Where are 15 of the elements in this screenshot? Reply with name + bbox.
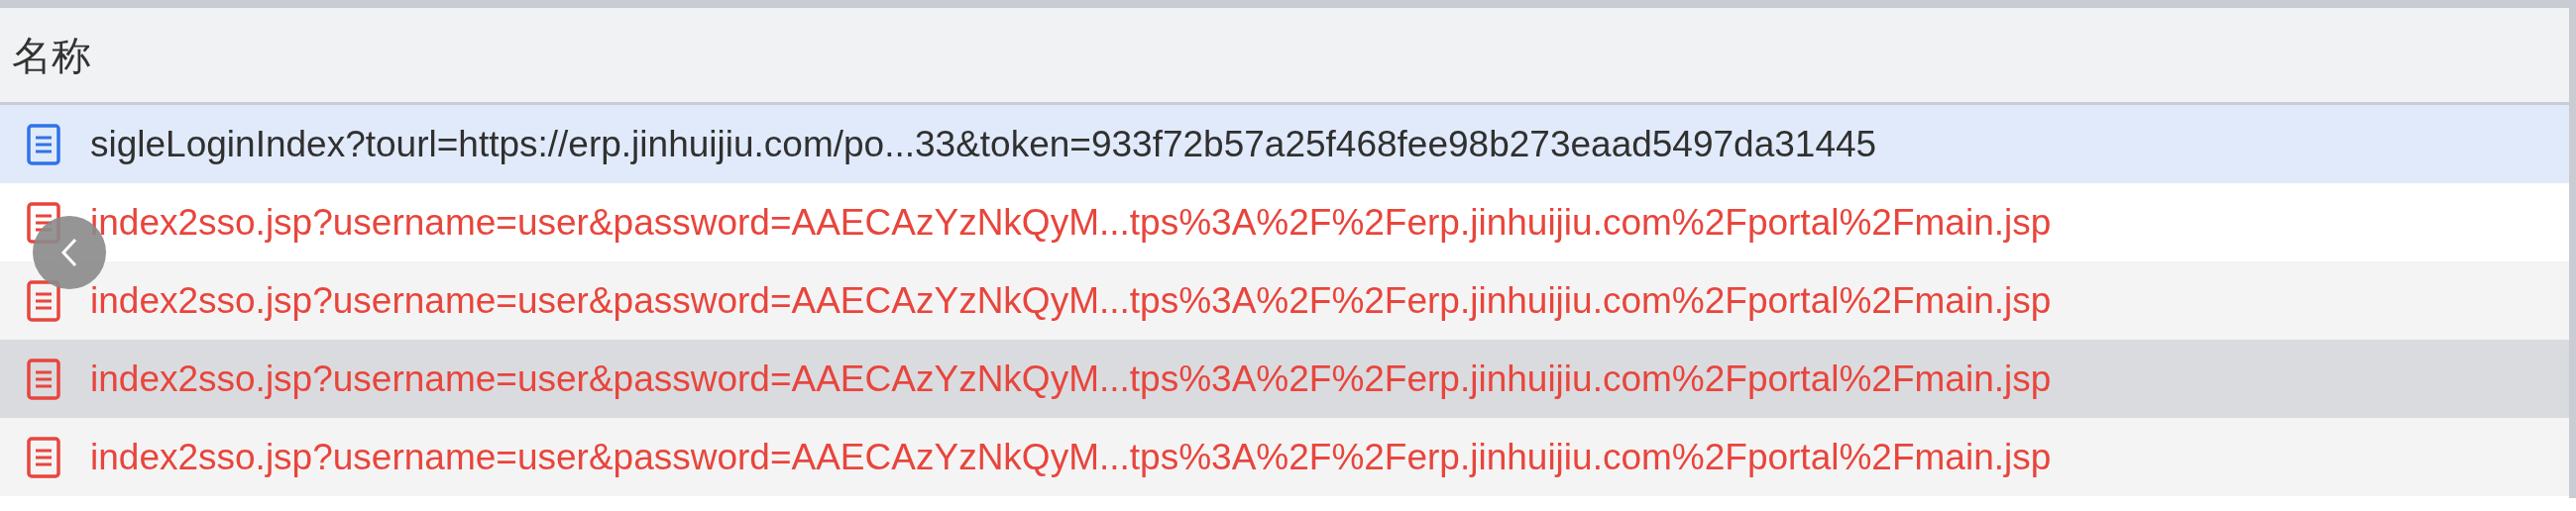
document-icon <box>27 436 60 478</box>
request-row[interactable]: index2sso.jsp?username=user&password=AAECAzYzNkQyM...tps%3A%2F%2Ferp.jinhuijiu.com%2Fportal%2Fmain.jsp <box>0 261 2569 340</box>
chevron-left-icon <box>60 238 78 267</box>
request-name: index2sso.jsp?username=user&password=AAECAzYzNkQyM...tps%3A%2F%2Ferp.jinhuijiu.com%2Fportal%2Fmain.jsp <box>90 357 2052 401</box>
document-icon <box>27 279 60 322</box>
document-icon <box>27 358 60 400</box>
column-header[interactable]: 名称 <box>0 8 2569 105</box>
request-row[interactable]: index2sso.jsp?username=user&password=AAECAzYzNkQyM...tps%3A%2F%2Ferp.jinhuijiu.com%2Fportal%2Fmain.jsp <box>0 340 2569 418</box>
document-icon <box>27 123 60 165</box>
request-name: sigleLoginIndex?tourl=https://erp.jinhuijiu.com/po...33&token=933f72b57a25f468fee98b273eaad5497da31445 <box>90 122 1877 166</box>
request-name: index2sso.jsp?username=user&password=AAECAzYzNkQyM...tps%3A%2F%2Ferp.jinhuijiu.com%2Fportal%2Fmain.jsp <box>90 435 2052 479</box>
request-name: index2sso.jsp?username=user&password=AAECAzYzNkQyM...tps%3A%2F%2Ferp.jinhuijiu.com%2Fportal%2Fmain.jsp <box>90 200 2052 245</box>
request-row[interactable]: index2sso.jsp?username=user&password=AAECAzYzNkQyM...tps%3A%2F%2Ferp.jinhuijiu.com%2Fportal%2Fmain.jsp <box>0 418 2569 496</box>
request-name: index2sso.jsp?username=user&password=AAECAzYzNkQyM...tps%3A%2F%2Ferp.jinhuijiu.com%2Fportal%2Fmain.jsp <box>90 278 2052 323</box>
request-row[interactable]: sigleLoginIndex?tourl=https://erp.jinhuijiu.com/po...33&token=933f72b57a25f468fee98b273eaad5497da31445 <box>0 105 2569 183</box>
